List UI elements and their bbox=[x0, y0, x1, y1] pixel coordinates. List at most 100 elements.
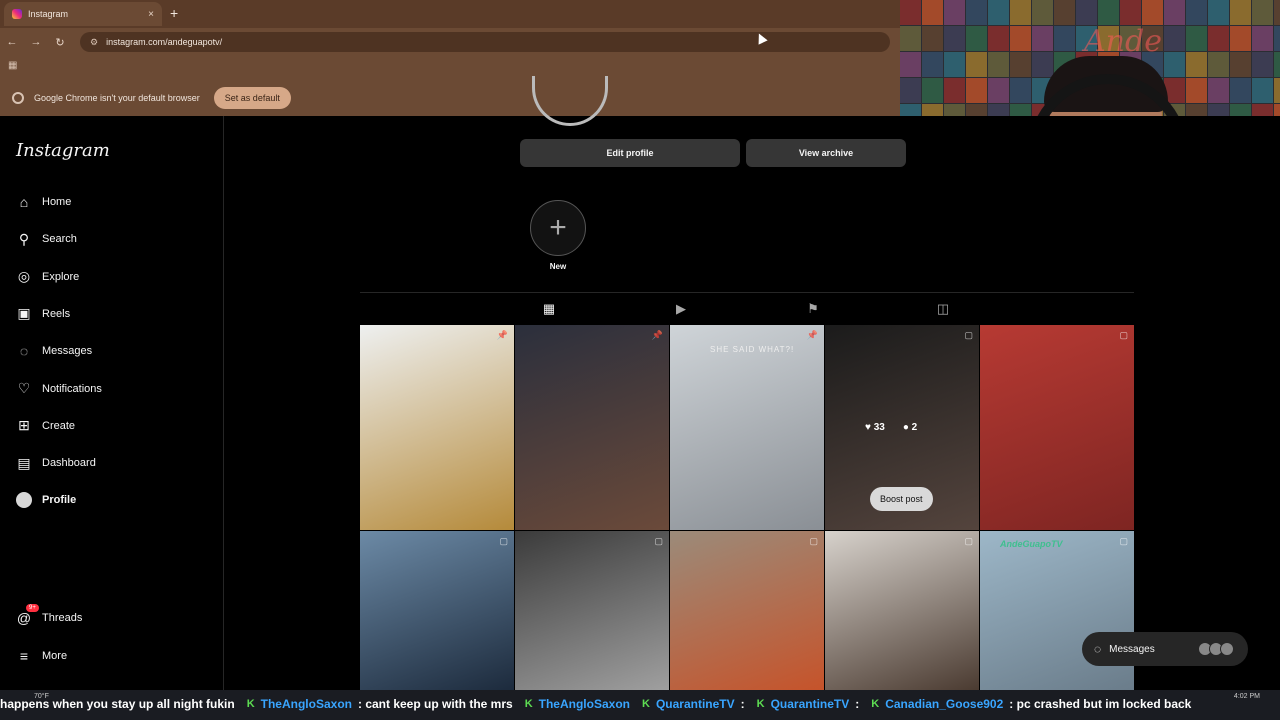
tab-tagged[interactable]: ◫ bbox=[935, 301, 951, 317]
browser-toolbar: ← → ↻ ⚙ instagram.com/andeguapotv/ bbox=[0, 28, 900, 56]
sidebar-item-label: Reels bbox=[42, 307, 71, 320]
profile-avatar-ring[interactable] bbox=[532, 76, 608, 126]
sidebar-item-label: Home bbox=[42, 196, 72, 208]
post-tile[interactable]: ▢ bbox=[360, 531, 514, 691]
tab-saved[interactable]: ⚑ bbox=[805, 301, 821, 317]
new-highlight-label: New bbox=[549, 262, 567, 271]
back-arrow-icon[interactable]: ← bbox=[0, 36, 24, 48]
like-count-value: 33 bbox=[873, 422, 885, 433]
tab-title: Instagram bbox=[28, 9, 69, 19]
edit-profile-button[interactable]: Edit profile bbox=[520, 139, 740, 167]
threads-icon: @9+ bbox=[16, 604, 39, 626]
apps-grid-icon[interactable]: ▦ bbox=[8, 60, 17, 71]
sidebar-item-dashboard[interactable]: ▤ Dashboard bbox=[16, 454, 96, 471]
set-as-default-button[interactable]: Set as default bbox=[213, 87, 291, 109]
taskbar-clock[interactable]: 4:02 PM bbox=[1234, 693, 1260, 700]
post-tile[interactable]: ▢ bbox=[980, 325, 1134, 530]
sidebar-item-explore[interactable]: ◎ Explore bbox=[16, 268, 80, 285]
post-tile[interactable]: ▢ bbox=[670, 531, 824, 691]
compass-icon: ◎ bbox=[17, 268, 31, 285]
chat-message: : bbox=[740, 697, 745, 711]
sidebar-item-label: Profile bbox=[42, 494, 77, 507]
chat-username: TheAngloSaxon bbox=[538, 697, 630, 711]
post-type-icon: ▢ bbox=[1119, 536, 1128, 546]
reload-icon[interactable]: ↻ bbox=[48, 36, 72, 49]
post-type-icon: ▢ bbox=[499, 536, 508, 546]
post-tile[interactable]: 📌 SHE SAID WHAT?! bbox=[670, 325, 824, 530]
instagram-favicon-icon bbox=[12, 9, 22, 19]
tab-posts[interactable]: ▦ bbox=[541, 301, 557, 317]
sidebar-item-label: Threads bbox=[42, 612, 83, 624]
sidebar-item-label: Dashboard bbox=[42, 457, 96, 470]
sidebar-item-threads[interactable]: @9+ Threads bbox=[16, 604, 83, 626]
comment-count-value: 2 bbox=[911, 422, 918, 433]
chat-username: TheAngloSaxon bbox=[260, 697, 352, 711]
post-tile[interactable]: 📌 bbox=[360, 325, 514, 530]
tab-strip: Instagram × + bbox=[0, 0, 900, 28]
chat-message: : bbox=[855, 697, 860, 711]
close-tab-icon[interactable]: × bbox=[148, 9, 154, 20]
chart-icon: ▤ bbox=[17, 454, 31, 471]
browser-chrome: Instagram × + ← → ↻ ⚙ instagram.com/ande… bbox=[0, 0, 900, 116]
sidebar-item-create[interactable]: ⊞ Create bbox=[16, 417, 76, 434]
sidebar-item-label: Explore bbox=[42, 270, 80, 283]
sidebar-item-messages[interactable]: ◌ Messages bbox=[16, 343, 92, 359]
instagram-logo[interactable]: Instagram bbox=[16, 140, 110, 161]
sidebar-item-notifications[interactable]: ♡ Notifications bbox=[16, 380, 102, 397]
sidebar-item-search[interactable]: ⚲ Search bbox=[16, 231, 77, 247]
search-icon: ⚲ bbox=[18, 230, 30, 247]
post-tile[interactable]: 📌 bbox=[515, 325, 669, 530]
tab-reels[interactable]: ▶ bbox=[673, 301, 689, 317]
sidebar-item-label: Search bbox=[42, 233, 77, 246]
screen: Instagram × + ← → ↻ ⚙ instagram.com/ande… bbox=[0, 0, 1280, 720]
instagram-sidebar: Instagram ⌂ Home ⚲ Search ◎ Explore ▣ Reels ◌ Mes… bbox=[0, 116, 224, 690]
address-bar[interactable]: ⚙ instagram.com/andeguapotv/ bbox=[80, 32, 890, 52]
plus-icon: + bbox=[549, 211, 567, 244]
forward-arrow-icon[interactable]: → bbox=[24, 36, 48, 48]
url-text: instagram.com/andeguapotv/ bbox=[106, 37, 223, 47]
view-archive-button[interactable]: View archive bbox=[746, 139, 906, 167]
kick-icon: K bbox=[246, 698, 255, 710]
sidebar-item-reels[interactable]: ▣ Reels bbox=[16, 305, 71, 322]
post-tile[interactable]: ▢ ♥ 33 ● 2 Boost post bbox=[825, 325, 979, 530]
neon-sign: Ande bbox=[1084, 24, 1162, 59]
kick-icon: K bbox=[641, 698, 650, 710]
chrome-icon bbox=[12, 92, 24, 104]
heart-icon: ♡ bbox=[17, 380, 31, 396]
post-tile[interactable]: ▢ AndeGuapoTV bbox=[980, 531, 1134, 691]
sidebar-item-label: Notifications bbox=[42, 382, 102, 395]
taskbar: 70°F 4:02 PM happens when you stay up al… bbox=[0, 690, 1280, 720]
post-type-icon: ▢ bbox=[654, 536, 663, 546]
post-overlay-text: AndeGuapoTV bbox=[1000, 539, 1063, 549]
new-tab-button[interactable]: + bbox=[170, 5, 178, 21]
chat-ticker: happens when you stay up all night fukin… bbox=[0, 697, 1197, 711]
sidebar-item-label: Create bbox=[42, 419, 76, 432]
post-tile[interactable]: ▢ bbox=[825, 531, 979, 691]
threads-badge: 9+ bbox=[26, 604, 39, 612]
plus-square-icon: ⊞ bbox=[18, 417, 30, 434]
browser-tab-instagram[interactable]: Instagram × bbox=[4, 2, 162, 26]
sidebar-item-label: More bbox=[42, 650, 68, 662]
chat-username: QuarantineTV bbox=[770, 697, 850, 711]
reels-icon: ▣ bbox=[17, 305, 31, 322]
chat-message: : pc crashed but im locked back bbox=[1009, 697, 1192, 711]
sidebar-item-more[interactable]: ≡ More bbox=[16, 648, 67, 664]
site-settings-icon[interactable]: ⚙ bbox=[90, 37, 98, 48]
pinned-icon: 📌 bbox=[496, 330, 508, 340]
post-tile[interactable]: ▢ bbox=[515, 531, 669, 691]
chat-message: happens when you stay up all night fukin bbox=[0, 697, 235, 711]
chat-message: : cant keep up with the mrs bbox=[357, 697, 513, 711]
messenger-icon: ◌ bbox=[1094, 642, 1102, 656]
posts-grid: 📌 📌 📌 SHE SAID WHAT?! ▢ ♥ 33 ● 2 Boost post ▢ ▢ ▢ ▢… bbox=[360, 325, 1134, 691]
messenger-icon: ◌ bbox=[19, 343, 29, 360]
sidebar-item-profile[interactable]: Profile bbox=[16, 492, 77, 509]
comment-icon: ● bbox=[902, 422, 909, 433]
sidebar-item-home[interactable]: ⌂ Home bbox=[16, 194, 72, 210]
new-highlight-button[interactable]: + bbox=[530, 200, 586, 256]
messages-drawer-button[interactable]: ◌ Messages bbox=[1082, 632, 1248, 666]
sidebar-item-label: Messages bbox=[42, 345, 93, 358]
messages-label: Messages bbox=[1109, 643, 1155, 655]
default-browser-infobar: Google Chrome isn't your default browser… bbox=[0, 82, 900, 114]
profile-main: Edit profile View archive + New ▦ ▶ ⚑ ◫ 📌 📌 📌… bbox=[224, 76, 1280, 691]
boost-post-button[interactable]: Boost post bbox=[870, 487, 933, 511]
